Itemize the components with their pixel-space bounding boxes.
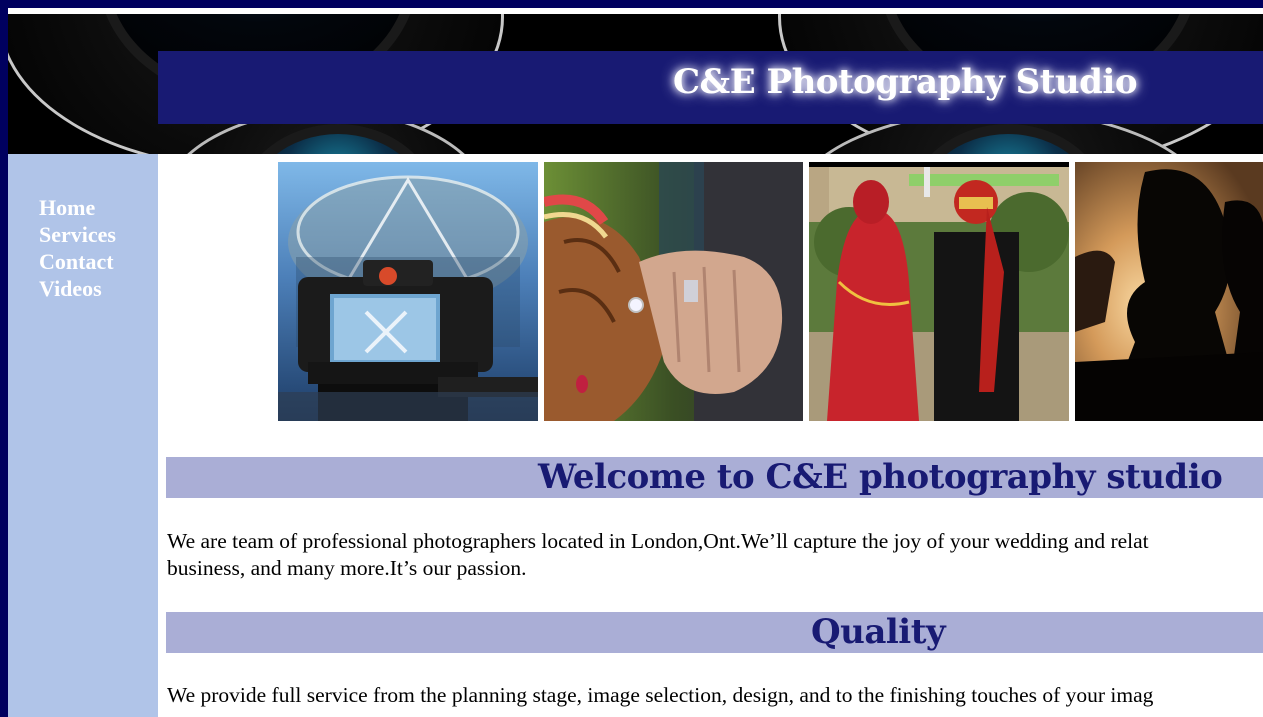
welcome-text-line-2: business, and many more.It’s our passion… bbox=[167, 556, 527, 580]
site-title: C&E Photography Studio bbox=[673, 62, 1138, 102]
sidebar-item-contact[interactable]: Contact bbox=[39, 248, 116, 275]
sidebar-nav: Home Services Contact Videos bbox=[39, 194, 116, 302]
welcome-text-line-1: We are team of professional photographer… bbox=[167, 529, 1149, 553]
quality-heading: Quality bbox=[166, 612, 1263, 653]
sidebar-item-services[interactable]: Services bbox=[39, 221, 116, 248]
sidebar-item-home[interactable]: Home bbox=[39, 194, 116, 221]
gallery-photo-hands bbox=[544, 162, 803, 421]
welcome-heading-text: Welcome to C&E photography studio bbox=[538, 457, 1223, 497]
welcome-heading: Welcome to C&E photography studio bbox=[166, 457, 1263, 498]
page: C&E Photography Studio Home Services Con… bbox=[8, 8, 1263, 717]
quality-heading-text: Quality bbox=[811, 612, 946, 652]
gallery-photo-couple bbox=[809, 162, 1069, 421]
photo-gallery bbox=[278, 162, 1263, 422]
gallery-photo-silhouette bbox=[1075, 162, 1263, 421]
quality-text-line-1: We provide full service from the plannin… bbox=[167, 683, 1154, 707]
gallery-photo-camera bbox=[278, 162, 538, 421]
sidebar-item-videos[interactable]: Videos bbox=[39, 275, 116, 302]
sidebar: Home Services Contact Videos bbox=[8, 154, 158, 717]
